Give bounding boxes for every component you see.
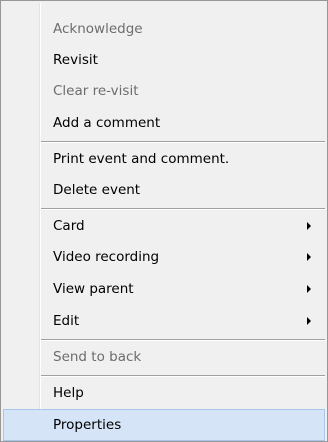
menu-item-label: Video recording [53,249,160,265]
menu-item-label: Help [53,385,84,401]
menu-item-print-event[interactable]: Print event and comment. [3,143,325,175]
menu-item-add-comment[interactable]: Add a comment [3,107,325,139]
submenu-arrow-icon [307,317,311,325]
menu-item-label: Acknowledge [53,21,143,37]
menu-item-label: Delete event [53,182,141,198]
submenu-arrow-icon [307,253,311,261]
menu-item-view-parent[interactable]: View parent [3,273,325,305]
menu-item-label: Properties [53,417,122,433]
menu-item-help[interactable]: Help [3,377,325,409]
menu-item-revisit[interactable]: Revisit [3,44,325,76]
menu-item-acknowledge[interactable]: Acknowledge [3,13,325,45]
menu-item-delete-event[interactable]: Delete event [3,174,325,206]
menu-item-send-to-back[interactable]: Send to back [3,341,325,373]
menu-item-label: Card [53,218,85,234]
menu-item-label: Add a comment [53,115,161,131]
menu-item-edit[interactable]: Edit [3,305,325,337]
menu-item-properties[interactable]: Properties [3,409,325,441]
menu-item-label: Print event and comment. [53,151,230,167]
menu-item-label: Send to back [53,349,142,365]
menu-item-label: View parent [53,281,134,297]
menu-item-card[interactable]: Card [3,210,325,242]
menu-item-label: Revisit [53,52,98,68]
menu-item-video-recording[interactable]: Video recording [3,241,325,273]
context-menu: Acknowledge Revisit Clear re-visit Add a… [0,0,328,442]
menu-item-label: Clear re-visit [53,83,139,99]
menu-item-label: Edit [53,313,80,329]
submenu-arrow-icon [307,285,311,293]
menu-item-clear-revisit[interactable]: Clear re-visit [3,75,325,107]
submenu-arrow-icon [307,222,311,230]
